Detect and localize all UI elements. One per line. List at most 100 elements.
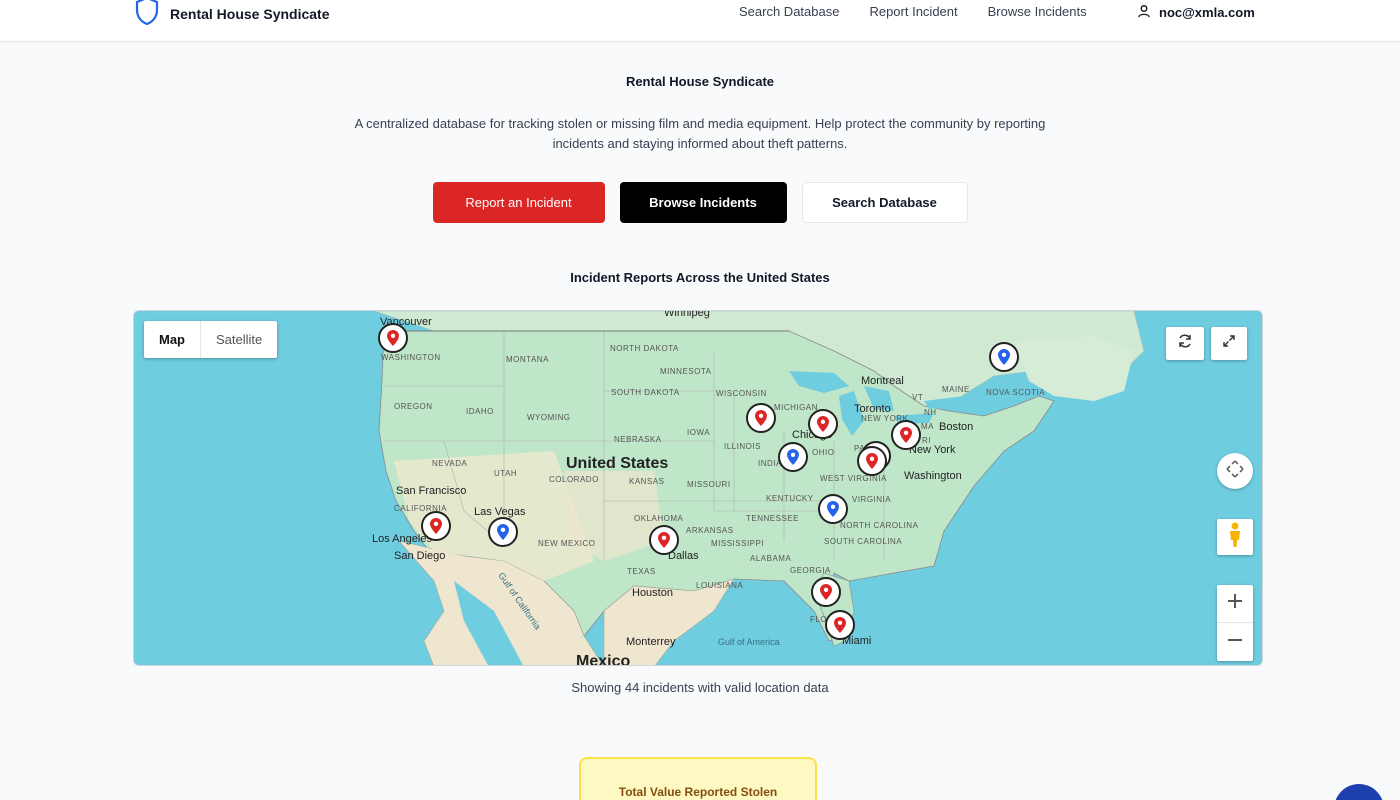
incident-marker-blue[interactable] xyxy=(989,342,1019,372)
incident-marker-blue[interactable] xyxy=(488,517,518,547)
city-label: Montreal xyxy=(861,375,904,387)
incident-marker-blue[interactable] xyxy=(818,494,848,524)
state-label: OKLAHOMA xyxy=(634,514,684,523)
state-label: TEXAS xyxy=(627,567,656,576)
state-label: NH xyxy=(924,408,937,417)
camera-control[interactable] xyxy=(1217,453,1253,489)
nav-report-incident[interactable]: Report Incident xyxy=(869,4,957,19)
mexico-label: Mexico xyxy=(576,653,631,666)
brand[interactable]: Rental House Syndicate xyxy=(134,0,330,31)
nav-browse-incidents[interactable]: Browse Incidents xyxy=(988,4,1087,19)
user-menu[interactable]: noc@xmla.com xyxy=(1137,4,1255,21)
user-icon xyxy=(1137,4,1151,21)
minus-icon xyxy=(1227,632,1243,653)
nav-search-database[interactable]: Search Database xyxy=(739,4,839,19)
incident-marker-red[interactable] xyxy=(421,511,451,541)
zoom-controls xyxy=(1217,585,1253,661)
state-label: NORTH CAROLINA xyxy=(840,521,919,530)
shield-icon xyxy=(134,0,160,31)
state-label: OREGON xyxy=(394,402,433,411)
city-label: Houston xyxy=(632,587,673,599)
state-label: MINNESOTA xyxy=(660,367,712,376)
state-label: WEST VIRGINIA xyxy=(820,474,887,483)
state-label: NEBRASKA xyxy=(614,435,662,444)
map-type-satellite[interactable]: Satellite xyxy=(200,321,277,358)
top-nav-bar: Rental House Syndicate Search Database R… xyxy=(0,0,1400,42)
page-description: A centralized database for tracking stol… xyxy=(354,116,1046,151)
street-view-button[interactable] xyxy=(1217,519,1253,555)
state-label: MISSOURI xyxy=(687,480,731,489)
state-label: OHIO xyxy=(812,448,835,457)
state-label: LOUISIANA xyxy=(696,581,744,590)
incident-marker-red[interactable] xyxy=(746,403,776,433)
refresh-icon xyxy=(1177,333,1193,354)
incident-marker-blue[interactable] xyxy=(778,442,808,472)
fullscreen-button[interactable] xyxy=(1211,327,1247,360)
fullscreen-icon xyxy=(1222,334,1236,353)
map-type-map[interactable]: Map xyxy=(144,321,200,358)
state-label: GEORGIA xyxy=(790,566,831,575)
state-label: NEW MEXICO xyxy=(538,539,596,548)
city-label: Boston xyxy=(939,421,974,433)
zoom-in-button[interactable] xyxy=(1217,585,1253,623)
state-label: ILLINOIS xyxy=(724,442,761,451)
incident-marker-red[interactable] xyxy=(857,446,887,476)
incident-marker-red[interactable] xyxy=(808,409,838,439)
move-arrows-icon xyxy=(1225,459,1245,484)
plus-icon xyxy=(1227,593,1243,614)
incident-marker-red[interactable] xyxy=(378,323,408,353)
state-label: NEVADA xyxy=(432,459,468,468)
state-label: WASHINGTON xyxy=(381,353,441,362)
state-label: KANSAS xyxy=(629,477,665,486)
total-value-card: Total Value Reported Stolen xyxy=(579,757,817,800)
state-label: IDAHO xyxy=(466,407,494,416)
refresh-map-button[interactable] xyxy=(1166,327,1204,360)
browse-incidents-button[interactable]: Browse Incidents xyxy=(619,182,787,223)
state-label: VT xyxy=(912,393,924,402)
state-label: UTAH xyxy=(494,469,518,478)
state-label: KENTUCKY xyxy=(766,494,814,503)
cta-buttons: Report an Incident Browse Incidents Sear… xyxy=(0,182,1400,223)
state-label: VIRGINIA xyxy=(852,495,892,504)
state-label: MA xyxy=(921,422,934,431)
state-label: MONTANA xyxy=(506,355,549,364)
state-label: SOUTH CAROLINA xyxy=(824,537,903,546)
report-incident-button[interactable]: Report an Incident xyxy=(432,182,605,223)
pegman-icon xyxy=(1227,522,1243,553)
city-label: Washington xyxy=(904,470,962,482)
state-label: NORTH DAKOTA xyxy=(610,344,679,353)
zoom-out-button[interactable] xyxy=(1217,623,1253,661)
country-label: United States xyxy=(566,455,669,472)
state-label: ARKANSAS xyxy=(686,526,734,535)
state-label: MAINE xyxy=(942,385,970,394)
incident-count-text: Showing 44 incidents with valid location… xyxy=(571,680,829,695)
floating-action-button[interactable] xyxy=(1334,784,1384,800)
state-label: SOUTH DAKOTA xyxy=(611,388,680,397)
state-label: NOVA SCOTIA xyxy=(986,388,1046,397)
city-label: Monterrey xyxy=(626,636,676,648)
state-label: TENNESSEE xyxy=(746,514,799,523)
brand-title: Rental House Syndicate xyxy=(170,5,330,22)
city-label: San Diego xyxy=(394,550,446,562)
state-label: COLORADO xyxy=(549,475,599,484)
page-title: Rental House Syndicate xyxy=(625,74,775,89)
search-database-button[interactable]: Search Database xyxy=(801,182,968,223)
state-label: MISSISSIPPI xyxy=(711,539,765,548)
state-label: IOWA xyxy=(687,428,711,437)
main-nav: Search Database Report Incident Browse I… xyxy=(739,4,1087,19)
city-label: San Francisco xyxy=(396,485,467,497)
state-label: ALABAMA xyxy=(750,554,792,563)
total-value-title: Total Value Reported Stolen xyxy=(618,785,778,799)
incident-marker-red[interactable] xyxy=(825,610,855,640)
user-email: noc@xmla.com xyxy=(1159,5,1255,20)
state-label: MICHIGAN xyxy=(774,403,818,412)
incident-marker-red[interactable] xyxy=(891,420,921,450)
water-label: Gulf of America xyxy=(718,637,780,647)
incident-marker-red[interactable] xyxy=(811,577,841,607)
city-label: Winnipeg xyxy=(664,310,710,319)
incident-marker-red[interactable] xyxy=(649,525,679,555)
map-heading: Incident Reports Across the United State… xyxy=(570,270,830,285)
incident-map[interactable]: Map Satellite United States Mexico WASHI… xyxy=(133,310,1263,666)
state-label: WISCONSIN xyxy=(716,389,767,398)
state-label: WYOMING xyxy=(527,413,571,422)
